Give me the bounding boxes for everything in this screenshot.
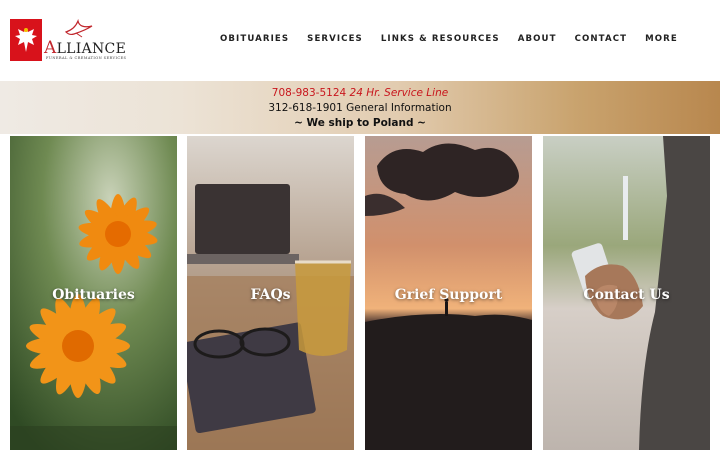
tile-contact-us[interactable]: Contact Us — [543, 136, 710, 450]
service-line-text: 24 Hr. Service Line — [349, 87, 449, 99]
tile-grief-support[interactable]: Grief Support — [365, 136, 532, 450]
service-line: 708-983-5124 24 Hr. Service Line — [0, 87, 720, 99]
polish-eagle-flag-icon — [10, 19, 42, 61]
nav-services[interactable]: SERVICES — [307, 34, 363, 44]
brand-tagline: FUNERAL & CREMATION SERVICES — [46, 56, 127, 60]
main-nav: OBITUARIES SERVICES LINKS & RESOURCES AB… — [220, 34, 696, 44]
general-info-text: General Information — [346, 102, 452, 114]
feature-tiles: Obituaries FAQs Grief Support Contact Us — [10, 136, 710, 450]
site-header: ALLIANCE FUNERAL & CREMATION SERVICES OB… — [0, 0, 720, 81]
dove-icon — [64, 18, 93, 38]
tile-obituaries[interactable]: Obituaries — [10, 136, 177, 450]
nav-about[interactable]: ABOUT — [518, 34, 557, 44]
tile-faqs[interactable]: FAQs — [187, 136, 354, 450]
nav-contact[interactable]: CONTACT — [575, 34, 628, 44]
brand-name: ALLIANCE — [44, 38, 127, 58]
logo[interactable]: ALLIANCE FUNERAL & CREMATION SERVICES — [10, 18, 126, 64]
nav-more[interactable]: MORE — [645, 34, 678, 44]
tile-grief-support-label: Grief Support — [394, 287, 503, 303]
nav-obituaries[interactable]: OBITUARIES — [220, 34, 289, 44]
tile-obituaries-label: Obituaries — [52, 287, 135, 303]
info-band: 708-983-5124 24 Hr. Service Line 312-618… — [0, 81, 720, 134]
service-phone[interactable]: 708-983-5124 — [272, 87, 346, 99]
general-info-line: 312-618-1901 General Information — [0, 102, 720, 114]
general-phone[interactable]: 312-618-1901 — [268, 102, 342, 114]
nav-links-resources[interactable]: LINKS & RESOURCES — [381, 34, 500, 44]
tile-contact-us-label: Contact Us — [583, 287, 670, 303]
tile-faqs-label: FAQs — [250, 287, 291, 303]
ship-to-poland-text: ~ We ship to Poland ~ — [294, 117, 426, 129]
